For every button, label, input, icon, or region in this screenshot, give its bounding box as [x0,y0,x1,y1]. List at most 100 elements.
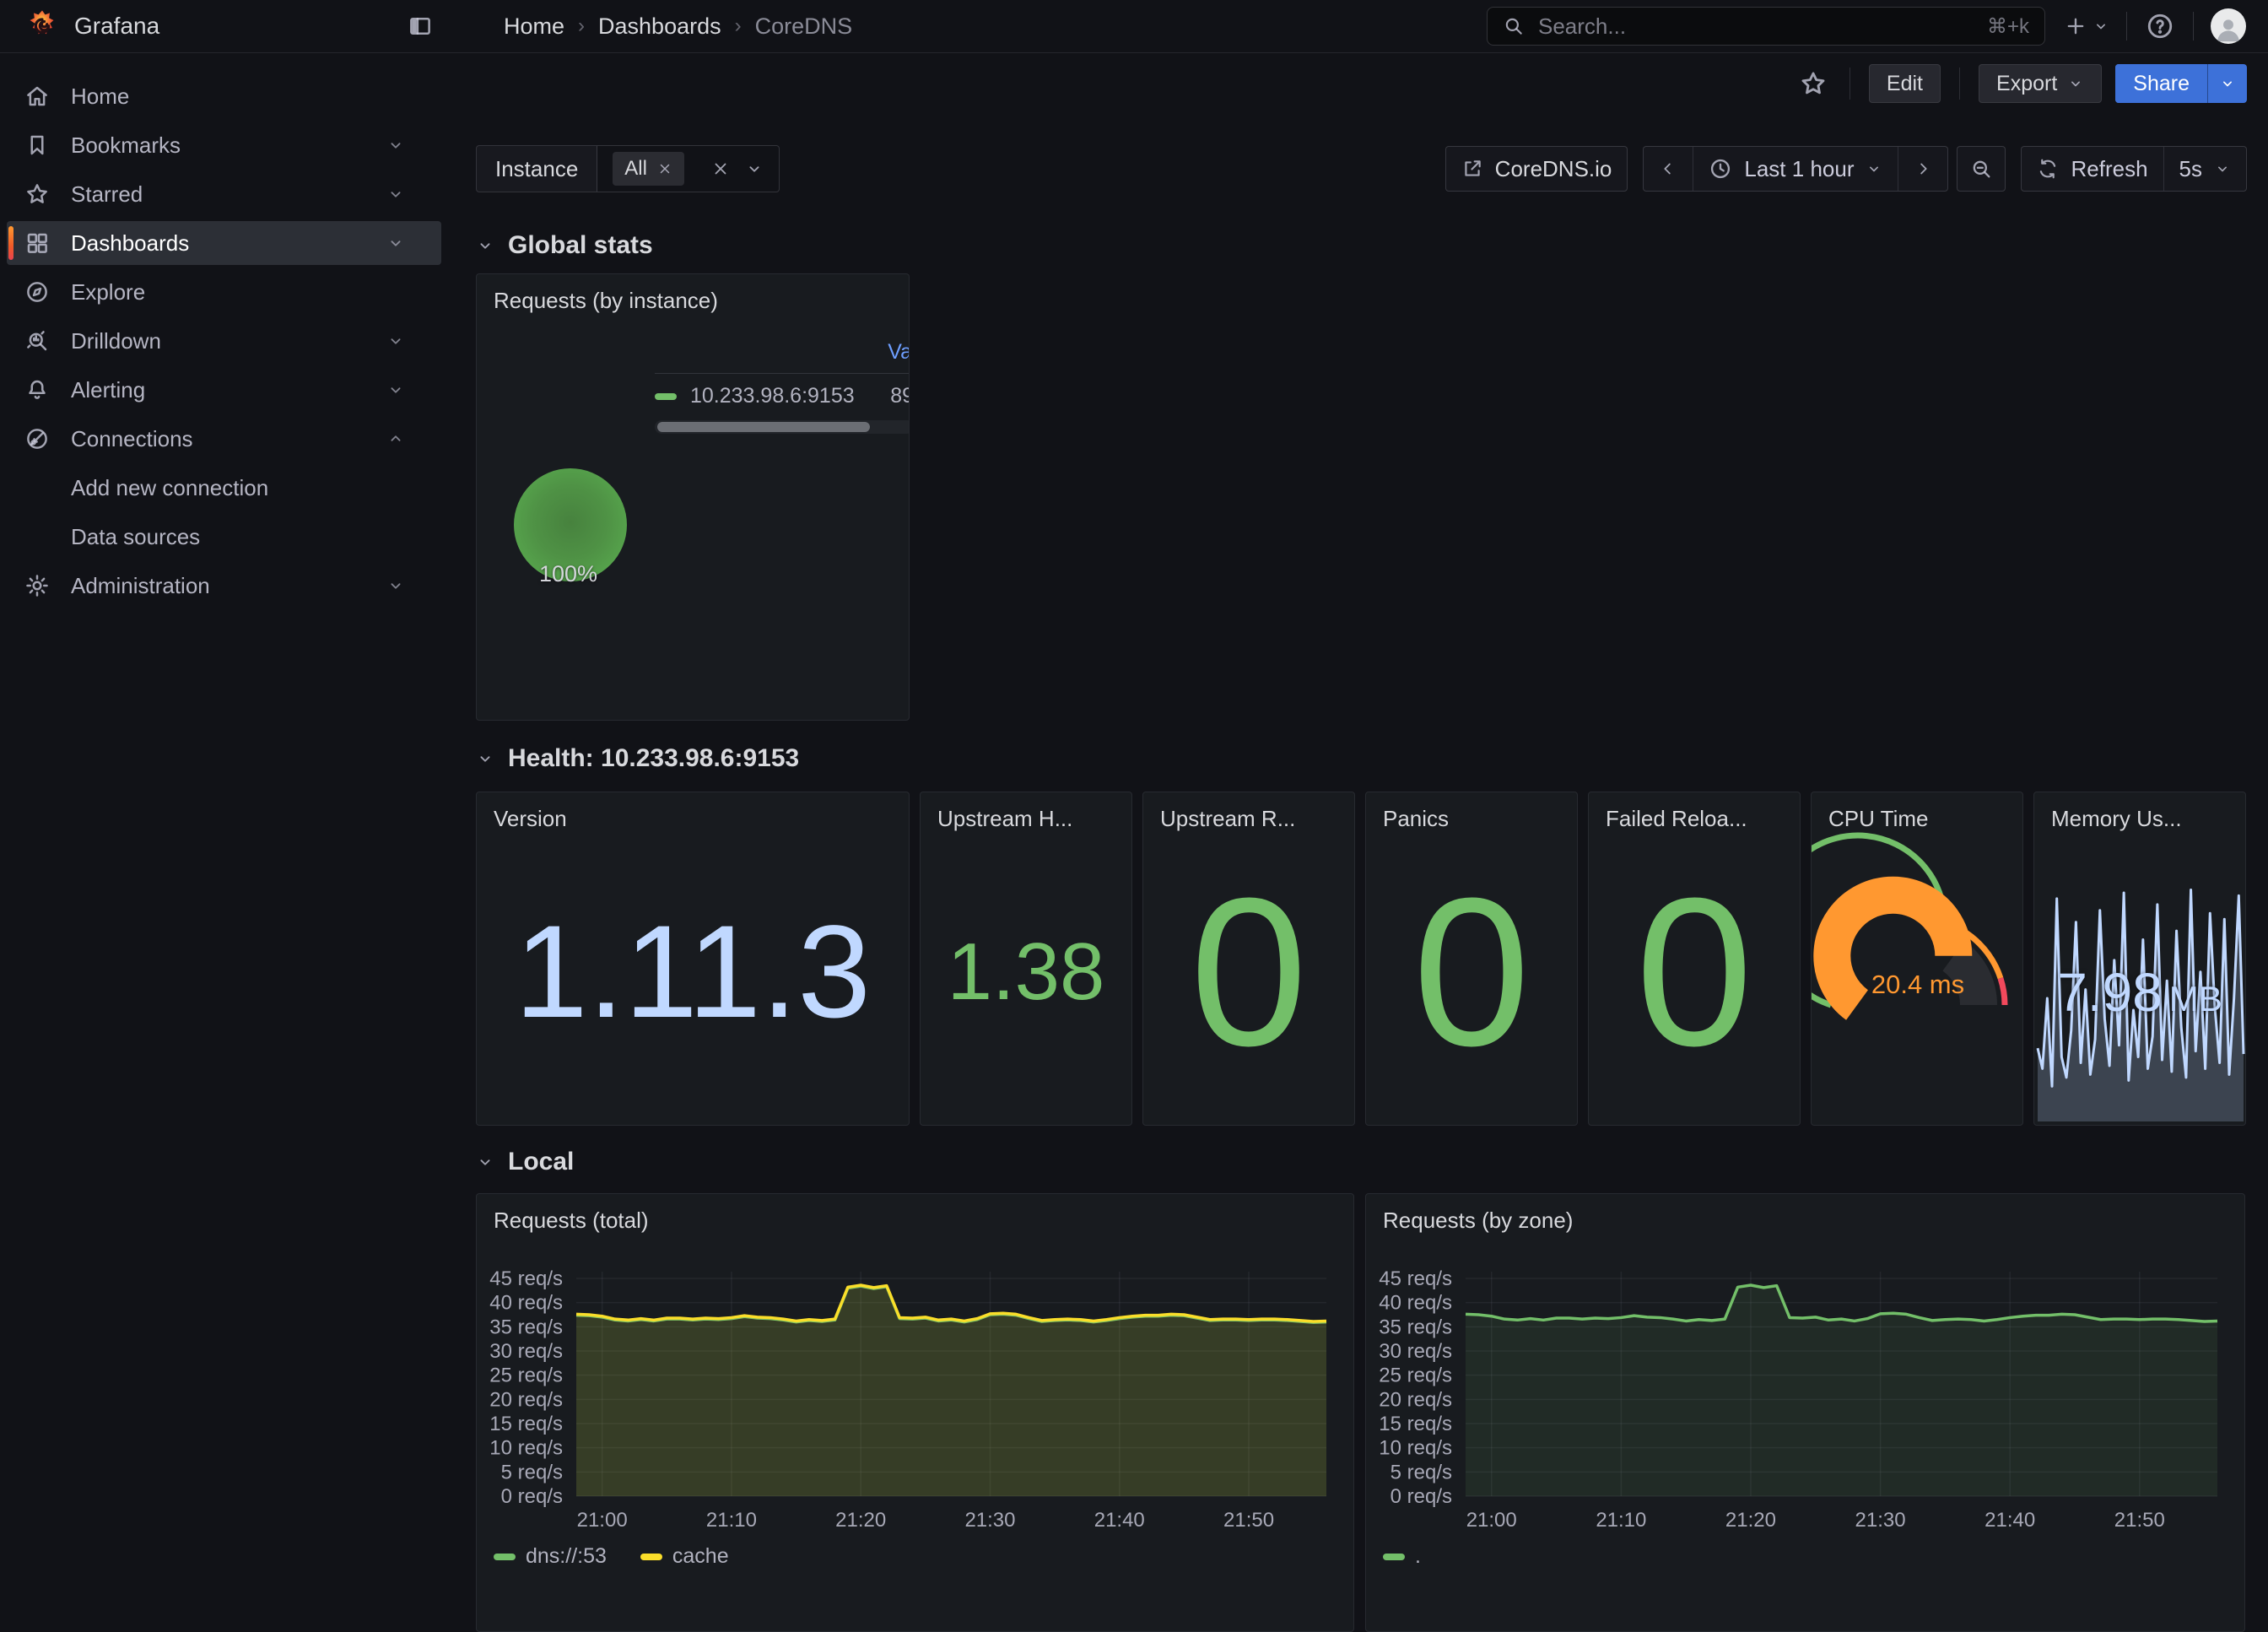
svg-text:30 req/s: 30 req/s [489,1340,563,1363]
chevron-right-icon [1914,159,1932,178]
panel-title[interactable]: Panics [1383,806,1449,832]
panel-title[interactable]: Upstream R... [1160,806,1295,832]
pie-percent-label: 100% [539,561,597,587]
requests-total-chart[interactable]: 45 req/s40 req/s35 req/s30 req/s25 req/s… [477,1194,1354,1540]
time-range-picker[interactable]: Last 1 hour [1693,147,1898,191]
svg-text:21:40: 21:40 [1094,1509,1145,1532]
svg-text:5 req/s: 5 req/s [1390,1461,1452,1483]
section-health[interactable]: Health: 10.233.98.6:9153 [476,744,2247,773]
bell-icon [24,377,51,403]
legend-item-cache[interactable]: cache [640,1544,729,1569]
sidebar-item-dashboards[interactable]: Dashboards [7,221,441,265]
breadcrumb-current: CoreDNS [755,14,853,40]
panel-title[interactable]: Upstream H... [937,806,1072,832]
svg-text:21:50: 21:50 [2114,1509,2165,1532]
chevron-down-icon[interactable] [745,159,764,178]
share-menu-caret[interactable] [2207,64,2247,103]
time-shift-forward-button[interactable] [1898,147,1947,191]
local-charts-row: Requests (total) 45 req/s40 req/s35 req/… [476,1193,2247,1632]
instance-variable-filter: Instance All [476,145,780,192]
breadcrumb-dashboards[interactable]: Dashboards [598,14,721,40]
add-new-button[interactable] [2064,14,2109,38]
refresh-button[interactable]: Refresh [2022,147,2163,191]
connections-icon [24,426,51,451]
search-input[interactable] [1536,13,1975,41]
chart-legend: dns://:53 cache [494,1544,729,1569]
sidebar-item-home[interactable]: Home [7,74,441,118]
filter-value-dropdown[interactable]: All [597,146,779,192]
section-global-stats[interactable]: Global stats [476,231,2247,260]
chevron-down-icon[interactable] [382,381,409,399]
zoom-out-button[interactable] [1957,146,2006,192]
chevron-down-icon[interactable] [382,332,409,350]
search-icon [1503,15,1525,37]
sidebar-item-drilldown[interactable]: Drilldown [7,319,441,363]
divider [2193,12,2194,41]
sidebar-item-bookmarks[interactable]: Bookmarks [7,123,441,167]
panel-title[interactable]: CPU Time [1828,806,1928,832]
svg-text:35 req/s: 35 req/s [489,1316,563,1338]
stat-value: 0 [1143,867,1354,1078]
stat-value: 0 [1366,867,1577,1078]
sidebar-item-connections[interactable]: Connections [7,417,441,461]
coredns-link-button[interactable]: CoreDNS.io [1445,146,1628,192]
help-icon[interactable] [2144,10,2176,42]
breadcrumb-separator: › [578,14,585,38]
section-local[interactable]: Local [476,1148,2247,1176]
chevron-down-icon[interactable] [382,234,409,252]
sidebar-item-alerting[interactable]: Alerting [7,368,441,412]
breadcrumb-home[interactable]: Home [504,14,564,40]
svg-text:25 req/s: 25 req/s [489,1365,563,1387]
chevron-down-icon[interactable] [382,185,409,203]
dashboard-actions-row: Edit Export Share [476,52,2247,115]
drilldown-icon [24,328,51,354]
svg-text:21:30: 21:30 [1855,1509,1906,1532]
sidebar-item-add-new-connection[interactable]: Add new connection [7,466,441,510]
panel-panics: Panics 0 [1365,792,1578,1126]
refresh-interval-dropdown[interactable]: 5s [2163,147,2246,191]
edit-button[interactable]: Edit [1869,64,1941,103]
filter-chip-all[interactable]: All [613,152,684,186]
legend-item-dns53[interactable]: dns://:53 [494,1544,607,1569]
panel-title[interactable]: Failed Reloa... [1606,806,1747,832]
grafana-logo[interactable] [25,9,59,43]
user-avatar[interactable] [2211,8,2246,44]
time-shift-back-button[interactable] [1644,147,1693,191]
series-color-swatch [1383,1554,1405,1560]
sidebar-item-explore[interactable]: Explore [7,270,441,314]
legend-item-zone-dot[interactable]: . [1383,1544,1421,1569]
export-button[interactable]: Export [1979,64,2102,103]
svg-text:21:20: 21:20 [1725,1509,1776,1532]
chevron-down-icon[interactable] [382,576,409,595]
sidebar-toggle-icon[interactable] [406,12,435,41]
legend-horizontal-scrollbar[interactable] [655,420,910,434]
sidebar-item-administration[interactable]: Administration [7,564,441,608]
sidebar-item-data-sources[interactable]: Data sources [7,515,441,559]
svg-text:45 req/s: 45 req/s [489,1267,563,1290]
zoom-out-icon [1969,157,1993,181]
chevron-down-icon [2067,75,2084,92]
favorite-star-icon[interactable] [1799,69,1828,98]
refresh-icon [2037,158,2059,180]
series-name[interactable]: 10.233.98.6:9153 [690,384,855,408]
scrollbar-thumb[interactable] [657,422,870,432]
star-icon [24,181,51,207]
chevron-down-icon[interactable] [382,136,409,154]
legend-value-column-header[interactable]: Va [655,340,910,365]
panel-title[interactable]: Requests (by instance) [494,288,718,314]
search-input-container[interactable]: ⌘+k [1487,7,2045,46]
share-button[interactable]: Share [2115,64,2207,103]
chevron-down-icon [2092,18,2109,35]
memory-sparkline [2034,792,2246,1126]
stat-value: 0 [1589,867,1800,1078]
close-icon[interactable] [657,161,672,176]
clear-filter-icon[interactable] [711,159,730,178]
panel-upstream-healthy: Upstream H... 1.38 [920,792,1132,1126]
cpu-gauge: 20.4 ms [1812,792,2023,1126]
sidebar-item-starred[interactable]: Starred [7,172,441,216]
chevron-up-icon[interactable] [382,430,409,448]
requests-by-zone-chart[interactable]: 45 req/s40 req/s35 req/s30 req/s25 req/s… [1366,1194,2245,1540]
svg-text:21:10: 21:10 [706,1509,757,1532]
gear-icon [24,573,51,598]
panel-title[interactable]: Version [494,806,567,832]
